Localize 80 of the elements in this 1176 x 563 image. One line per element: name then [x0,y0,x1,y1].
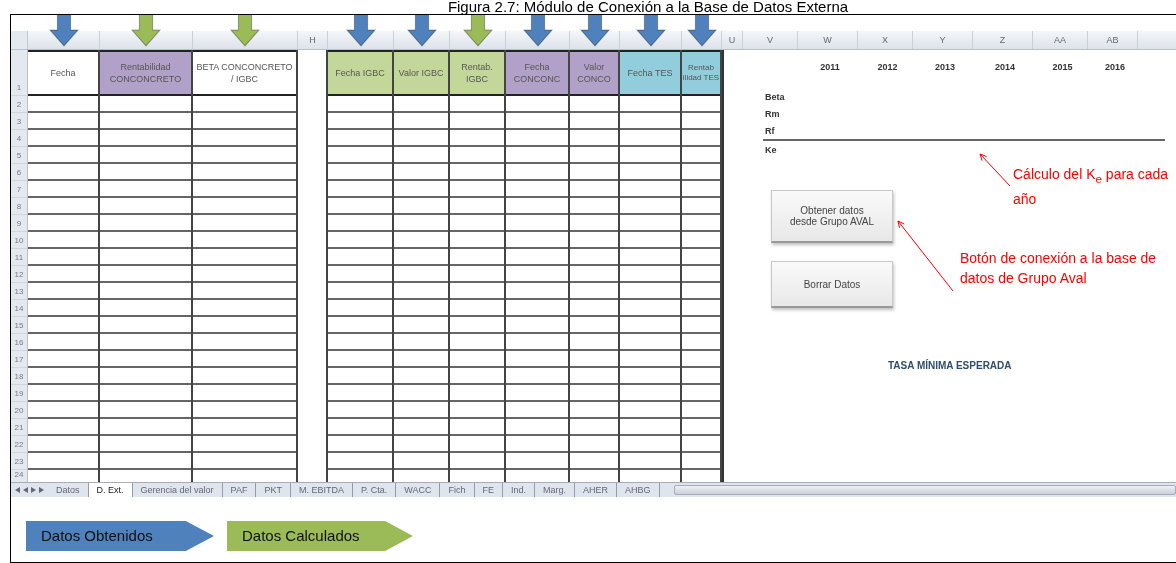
column-header[interactable]: V [767,35,773,45]
sheet-tab[interactable]: Datos [48,483,89,497]
row-header[interactable]: 24 [11,470,27,482]
row-header[interactable]: 12 [11,266,27,283]
sheet-tab[interactable]: M. EBITDA [290,483,353,497]
sheet-tab[interactable]: Ind. [503,483,536,497]
header-cell: Fecha [28,50,98,96]
year-label: 2012 [876,62,899,74]
row-header[interactable]: 22 [11,436,27,453]
header-cell: Rentabilidad CONCONCRETO [100,50,191,96]
year-label: 2011 [819,62,841,74]
header-cell: Valor IGBC [394,50,448,96]
sheet-tab[interactable]: D. Ext. [88,483,133,497]
sheet-tab[interactable]: Marg. [535,483,576,497]
column-header[interactable]: AA [1054,35,1066,45]
column-header[interactable]: AB [1106,35,1119,45]
section-title: TASA MÍNIMA ESPERADA [888,360,1013,371]
row-header[interactable]: 3 [11,113,27,130]
sheet-tab[interactable]: PKT [256,483,291,497]
leader-arrow [897,220,954,292]
next-tab-icon[interactable] [31,487,36,493]
sheet-tab[interactable]: PAF [222,483,257,497]
row-header[interactable]: 20 [11,402,27,419]
sheet-tab[interactable]: FE [474,483,503,497]
row-header[interactable]: 14 [11,300,27,317]
first-tab-icon[interactable] [15,487,20,493]
row-header[interactable]: 5 [11,147,27,164]
column-header[interactable]: Z [999,35,1006,45]
figure-caption: Figura 2.7: Módulo de Conexión a la Base de Datos Externa [446,0,850,14]
factor-label: Rf [764,125,775,136]
macro-button[interactable]: Borrar Datos [771,261,893,308]
last-tab-icon[interactable] [39,487,44,493]
column-header[interactable]: H [309,35,316,45]
previous-tab-icon[interactable] [23,487,28,493]
header-cell: Fecha TES [620,50,680,96]
year-label: 2015 [1051,62,1074,74]
row-header[interactable]: 19 [11,385,27,402]
row-header[interactable]: 23 [11,453,27,470]
annotation-text: Botón de conexión a la base de datos de Grupo Aval [960,249,1158,288]
row-header[interactable]: 13 [11,283,27,300]
row-header[interactable]: 21 [11,419,27,436]
row-header[interactable]: 16 [11,334,27,351]
year-label: 2016 [1104,62,1126,74]
header-cell: Valor CONCO [570,50,618,96]
horizontal-scrollbar[interactable] [673,485,1176,495]
column-header[interactable]: W [823,35,832,45]
factor-label: Beta [764,91,785,102]
row-header[interactable]: 17 [11,351,27,368]
row-header[interactable]: 8 [11,198,27,215]
row-header[interactable]: 1 [11,50,27,96]
row-header[interactable]: 18 [11,368,27,385]
column-header[interactable]: Y [939,35,946,45]
row-header[interactable]: 4 [11,130,27,147]
sheet-tab[interactable]: AHBG [617,483,660,497]
sheet-tab[interactable]: P. Cta. [352,483,397,497]
sheet-tab[interactable]: Fich [440,483,475,497]
annotation-text: Cálculo del K$_{e}$ para cada año [1013,165,1170,209]
year-label: 2014 [994,62,1016,74]
header-cell: Fecha CONCONC [506,50,568,96]
header-cell: BETA CONCONCRETO / IGBC [193,50,296,96]
row-header[interactable]: 10 [11,232,27,249]
sheet-tab[interactable]: AHER [575,483,618,497]
row-header[interactable]: 9 [11,215,27,232]
header-cell: Rentab ilidad TES [682,50,720,96]
header-cell: Fecha IGBC [328,50,392,96]
year-label: 2013 [934,62,956,74]
sheet-tab[interactable]: WACC [396,483,441,497]
row-header[interactable]: 2 [11,96,27,113]
column-header[interactable]: X [882,35,888,45]
sheet-tab[interactable]: Gerencia del valor [132,483,223,497]
row-header[interactable]: 7 [11,181,27,198]
row-header[interactable]: 15 [11,317,27,334]
leader-arrow [979,153,1011,187]
header-cell: Rentab. IGBC [450,50,504,96]
column-header[interactable]: U [728,35,736,45]
factor-label: Rm [764,108,780,119]
row-header[interactable]: 11 [11,249,27,266]
row-header[interactable]: 6 [11,164,27,181]
factor-label: Ke [764,144,777,155]
macro-button[interactable]: Obtener datos desde Grupo AVAL [771,190,893,243]
